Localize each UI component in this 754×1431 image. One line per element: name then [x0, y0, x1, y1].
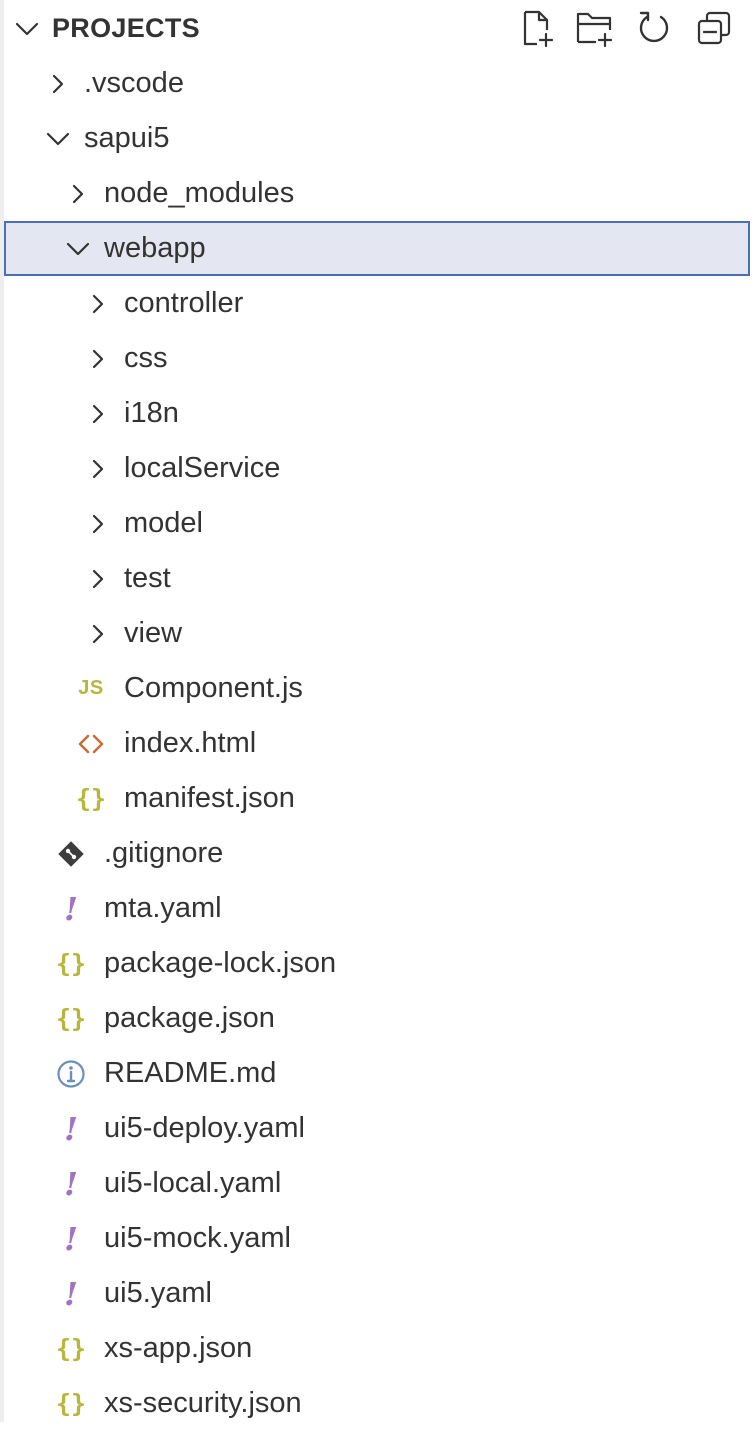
tree-folder-node-modules[interactable]: node_modules [4, 166, 750, 221]
tree-folder-model[interactable]: model [4, 496, 750, 551]
yaml-file-icon: ! [63, 1274, 79, 1313]
tree-folder-css[interactable]: css [4, 331, 750, 386]
header-actions [510, 6, 750, 50]
tree-file-gitignore[interactable]: .gitignore [4, 826, 750, 881]
chevron-right-icon[interactable] [84, 386, 112, 441]
tree-item-label: css [124, 342, 168, 374]
tree-item-label: i18n [124, 397, 179, 429]
tree-item-label: ui5.yaml [104, 1277, 212, 1309]
tree-item-label: index.html [124, 727, 257, 759]
json-file-icon: {} [55, 1389, 87, 1418]
tree-item-label: model [124, 507, 203, 539]
collapse-all-icon[interactable] [692, 6, 736, 50]
json-file-icon: {} [55, 1004, 87, 1033]
tree-item-label: mta.yaml [104, 892, 222, 924]
json-file-icon: {} [55, 1334, 87, 1363]
tree-item-label: webapp [104, 232, 206, 264]
tree-file-xs-app-json[interactable]: {} xs-app.json [4, 1321, 750, 1376]
tree-item-label: controller [124, 287, 244, 319]
tree-file-readme-md[interactable]: README.md [4, 1046, 750, 1101]
chevron-down-icon[interactable] [44, 111, 72, 166]
tree-file-index-html[interactable]: index.html [4, 716, 750, 771]
info-icon [56, 1046, 86, 1101]
tree-folder-sapui5[interactable]: sapui5 [4, 111, 750, 166]
tree-file-ui5-yaml[interactable]: ! ui5.yaml [4, 1266, 750, 1321]
new-folder-icon[interactable] [572, 6, 616, 50]
tree-item-label: package.json [104, 1002, 275, 1034]
tree-folder-webapp[interactable]: webapp [4, 221, 750, 276]
tree-item-label: manifest.json [124, 782, 295, 814]
yaml-file-icon: ! [63, 1109, 79, 1148]
tree-folder-controller[interactable]: controller [4, 276, 750, 331]
chevron-right-icon[interactable] [64, 166, 92, 221]
json-file-icon: {} [55, 949, 87, 978]
tree-file-ui5-deploy-yaml[interactable]: ! ui5-deploy.yaml [4, 1101, 750, 1156]
explorer-section-header[interactable]: PROJECTS [0, 0, 754, 56]
refresh-icon[interactable] [632, 6, 676, 50]
tree-item-label: node_modules [104, 177, 295, 209]
tree-item-label: .gitignore [104, 837, 224, 869]
chevron-right-icon[interactable] [84, 276, 112, 331]
html-file-icon [76, 716, 106, 771]
tree-folder-vscode[interactable]: .vscode [4, 56, 750, 111]
section-title: PROJECTS [52, 13, 200, 43]
chevron-right-icon[interactable] [84, 331, 112, 386]
tree-file-manifest-json[interactable]: {} manifest.json [4, 771, 750, 826]
tree-item-label: sapui5 [84, 122, 170, 154]
tree-folder-i18n[interactable]: i18n [4, 386, 750, 441]
tree-file-xs-security-json[interactable]: {} xs-security.json [4, 1376, 750, 1431]
js-file-icon: JS [78, 677, 104, 699]
chevron-right-icon[interactable] [84, 551, 112, 606]
yaml-file-icon: ! [63, 1219, 79, 1258]
chevron-right-icon[interactable] [84, 441, 112, 496]
tree-file-package-lock-json[interactable]: {} package-lock.json [4, 936, 750, 991]
git-file-icon [56, 826, 86, 881]
tree-file-ui5-mock-yaml[interactable]: ! ui5-mock.yaml [4, 1211, 750, 1266]
tree-file-mta-yaml[interactable]: ! mta.yaml [4, 881, 750, 936]
tree-item-label: localService [124, 452, 281, 484]
tree-item-label: test [124, 562, 171, 594]
tree-folder-view[interactable]: view [4, 606, 750, 661]
tree-item-label: Component.js [124, 672, 303, 704]
tree-item-label: xs-app.json [104, 1332, 253, 1364]
tree-item-label: ui5-deploy.yaml [104, 1112, 305, 1144]
chevron-right-icon[interactable] [44, 56, 72, 111]
tree-item-label: package-lock.json [104, 947, 337, 979]
chevron-right-icon[interactable] [84, 606, 112, 661]
tree-file-ui5-local-yaml[interactable]: ! ui5-local.yaml [4, 1156, 750, 1211]
tree-file-package-json[interactable]: {} package.json [4, 991, 750, 1046]
tree-item-label: view [124, 617, 183, 649]
tree-item-label: ui5-mock.yaml [104, 1222, 291, 1254]
new-file-icon[interactable] [514, 6, 558, 50]
yaml-file-icon: ! [63, 1164, 79, 1203]
tree-folder-test[interactable]: test [4, 551, 750, 606]
chevron-down-icon[interactable] [64, 221, 92, 276]
tree-item-label: xs-security.json [104, 1387, 302, 1419]
tree-file-component-js[interactable]: JS Component.js [4, 661, 750, 716]
tree-item-label: ui5-local.yaml [104, 1167, 282, 1199]
chevron-right-icon[interactable] [84, 496, 112, 551]
tree-item-label: .vscode [84, 67, 184, 99]
tree-folder-localservice[interactable]: localService [4, 441, 750, 496]
tree-item-label: README.md [104, 1057, 277, 1089]
json-file-icon: {} [75, 784, 107, 813]
chevron-down-icon[interactable] [14, 16, 40, 42]
yaml-file-icon: ! [63, 889, 79, 928]
